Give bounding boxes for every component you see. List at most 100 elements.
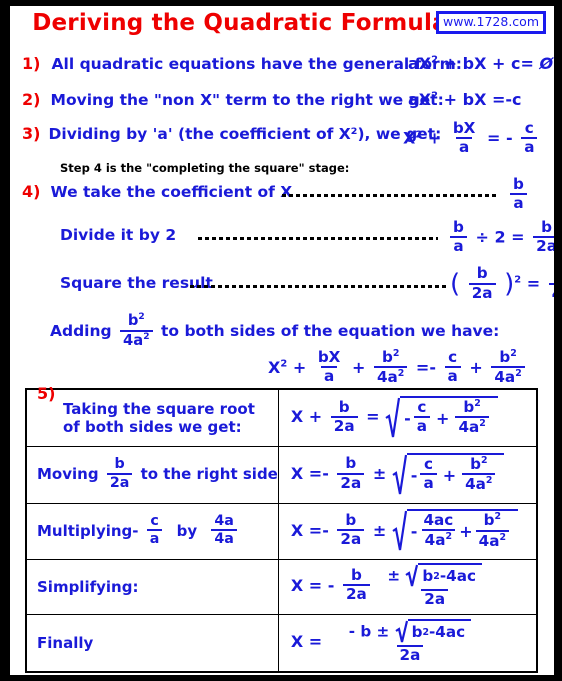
radical: b2 - 4ac: [394, 619, 472, 643]
op-minus: -: [410, 522, 418, 541]
denominator: 4a2: [548, 282, 554, 302]
denominator: 2a: [330, 415, 358, 434]
numerator: b: [453, 218, 464, 236]
radicand: b2 - 4ac: [418, 562, 482, 587]
exponent-2: 2: [431, 54, 439, 66]
term-bx: bX: [462, 54, 487, 73]
denominator: 2a: [337, 472, 365, 491]
op-minus: -: [410, 465, 418, 485]
numerator: bX: [317, 348, 341, 367]
denominator: 4a: [211, 529, 237, 546]
step-4-row: 4) We take the coefficient of X: [22, 182, 292, 201]
page-title: Deriving the Quadratic Formula: [32, 10, 448, 36]
completing-square-note: Step 4 is the "completing the square" st…: [60, 161, 350, 175]
fraction-b-over-2a: b 2a: [106, 457, 133, 490]
term-a: a: [408, 54, 419, 73]
step-2-equation: aX2 + bX =-c: [408, 90, 522, 109]
op-minus: -: [322, 464, 329, 483]
step-3-number: 3): [22, 124, 41, 143]
exponent-2: 2: [514, 274, 522, 286]
step-5-number: 5): [37, 383, 56, 403]
step-2-row: 2) Moving the "non X" term to the right …: [22, 90, 444, 109]
op-equals: =: [308, 632, 323, 652]
numerator: b2: [381, 348, 400, 367]
radical-sign-icon: [392, 453, 407, 495]
numerator: b: [513, 175, 524, 193]
op-plus: +: [292, 357, 307, 377]
step-4-result-3: ( b 2a )2 = b2 4a2: [450, 266, 554, 303]
table-cell-equation: X = - b 2a ± b 2 - 4ac 2a: [277, 558, 538, 615]
denominator: a: [420, 473, 437, 491]
fraction-b2-over-4a2: b2 4a2: [373, 348, 408, 386]
table-row: 5) Taking the square root of both sides …: [25, 384, 538, 447]
op-plus: +: [469, 357, 483, 377]
denominator: a: [413, 416, 431, 434]
table-row: Moving b 2a to the right side X =- b 2a: [25, 445, 538, 504]
op-plusminus: ±: [376, 622, 390, 641]
term-x: X: [290, 520, 304, 540]
quadratic-formula-fraction: - b ± b2 - 4ac 2a: [346, 619, 474, 663]
radicand: - c a + b2 4a2: [406, 452, 505, 495]
term-x: X: [418, 54, 432, 73]
op-equals: =: [308, 464, 323, 483]
fraction-b2-over-4a2: b2 4a2: [120, 311, 153, 348]
denominator: a: [444, 366, 461, 384]
numerator: b2: [127, 311, 145, 329]
denominator: 4a2: [475, 529, 510, 549]
row-4-equation: X = - b 2a ± b 2 - 4ac 2a: [291, 562, 488, 607]
leader-dots-3: [190, 285, 447, 288]
denominator: a: [450, 236, 467, 254]
numerator: b: [338, 397, 350, 416]
adding-suffix: to both sides of the equation we have:: [160, 322, 500, 341]
numerator: - b ± b2 - 4ac: [346, 619, 474, 645]
term-4ac: 4ac: [435, 623, 466, 642]
table-row: Finally X = - b ± b 2 - 4ac 2a: [25, 613, 538, 673]
term-x: X: [290, 407, 304, 427]
fraction-sqrt-over-2a: ± b2 - 4ac 2a: [384, 562, 485, 607]
radicand: - 4ac 4a2 + b2 4a2: [406, 509, 519, 551]
derivation-table: 5) Taking the square root of both sides …: [25, 384, 538, 673]
op-equals: =: [366, 407, 380, 427]
op-plus: +: [308, 407, 323, 427]
radical-sign-icon: [392, 509, 407, 551]
fraction-b-over-a: b a: [450, 218, 467, 254]
op-plus: +: [443, 54, 458, 73]
denominator: 2a: [337, 529, 365, 547]
step-4-number: 4): [22, 182, 41, 201]
fraction-b2-over-4a2: b2 4a2: [455, 399, 489, 436]
radical: - c a + b2 4a2: [385, 395, 498, 438]
radical: b2 - 4ac: [405, 562, 482, 587]
numerator: 4ac: [423, 510, 454, 529]
op-equals: =: [511, 227, 525, 247]
row-2-equation: X =- b 2a ± - c a + b2 4a2: [291, 452, 505, 494]
op-minus: -: [327, 575, 335, 595]
numerator: b: [345, 454, 357, 473]
row-4-label: Simplifying:: [37, 578, 139, 596]
numerator: c: [150, 512, 159, 529]
term-c: c: [512, 90, 522, 109]
step-1-number: 1): [22, 54, 41, 73]
step-2-text: Moving the "non X" term to the right we …: [50, 91, 444, 109]
op-plus: +: [491, 54, 506, 73]
fraction-b-over-2a: b 2a: [330, 397, 358, 434]
numerator: c: [417, 398, 427, 417]
fraction-b2-over-4a2: b2 4a2: [462, 456, 496, 493]
table-cell-equation: X =- b 2a ± - c a + b2 4a2: [277, 445, 538, 504]
denominator: 4a2: [491, 366, 525, 385]
op-plus: +: [443, 90, 458, 109]
numerator: b2: [499, 348, 517, 367]
table-row: Multiplying- c a by 4a 4a X =- b 2a ± - …: [25, 502, 538, 560]
step-3-row: 3) Dividing by 'a' (the coefficient of X…: [22, 124, 441, 143]
term-b: b: [422, 566, 434, 585]
row-1-equation: X + b 2a = - c a + b2 4a2: [290, 395, 498, 437]
step-2-number: 2): [22, 90, 41, 109]
radical: - 4ac 4a2 + b2 4a2: [392, 509, 519, 551]
step-1-row: 1) All quadratic equations have the gene…: [22, 54, 462, 73]
fraction-c-over-a: c a: [413, 398, 431, 434]
denominator: 4a2: [455, 416, 489, 435]
fraction-b-over-2a: b 2a: [342, 568, 370, 602]
fraction-bx-over-a: bX a: [315, 348, 344, 384]
row-3-label: Multiplying- c a by 4a 4a: [37, 514, 240, 546]
step-1-text: All quadratic equations have the general…: [51, 55, 463, 73]
adding-equation: X2 + bX a + b2 4a2 =- c a + b2 4a2: [268, 348, 528, 387]
